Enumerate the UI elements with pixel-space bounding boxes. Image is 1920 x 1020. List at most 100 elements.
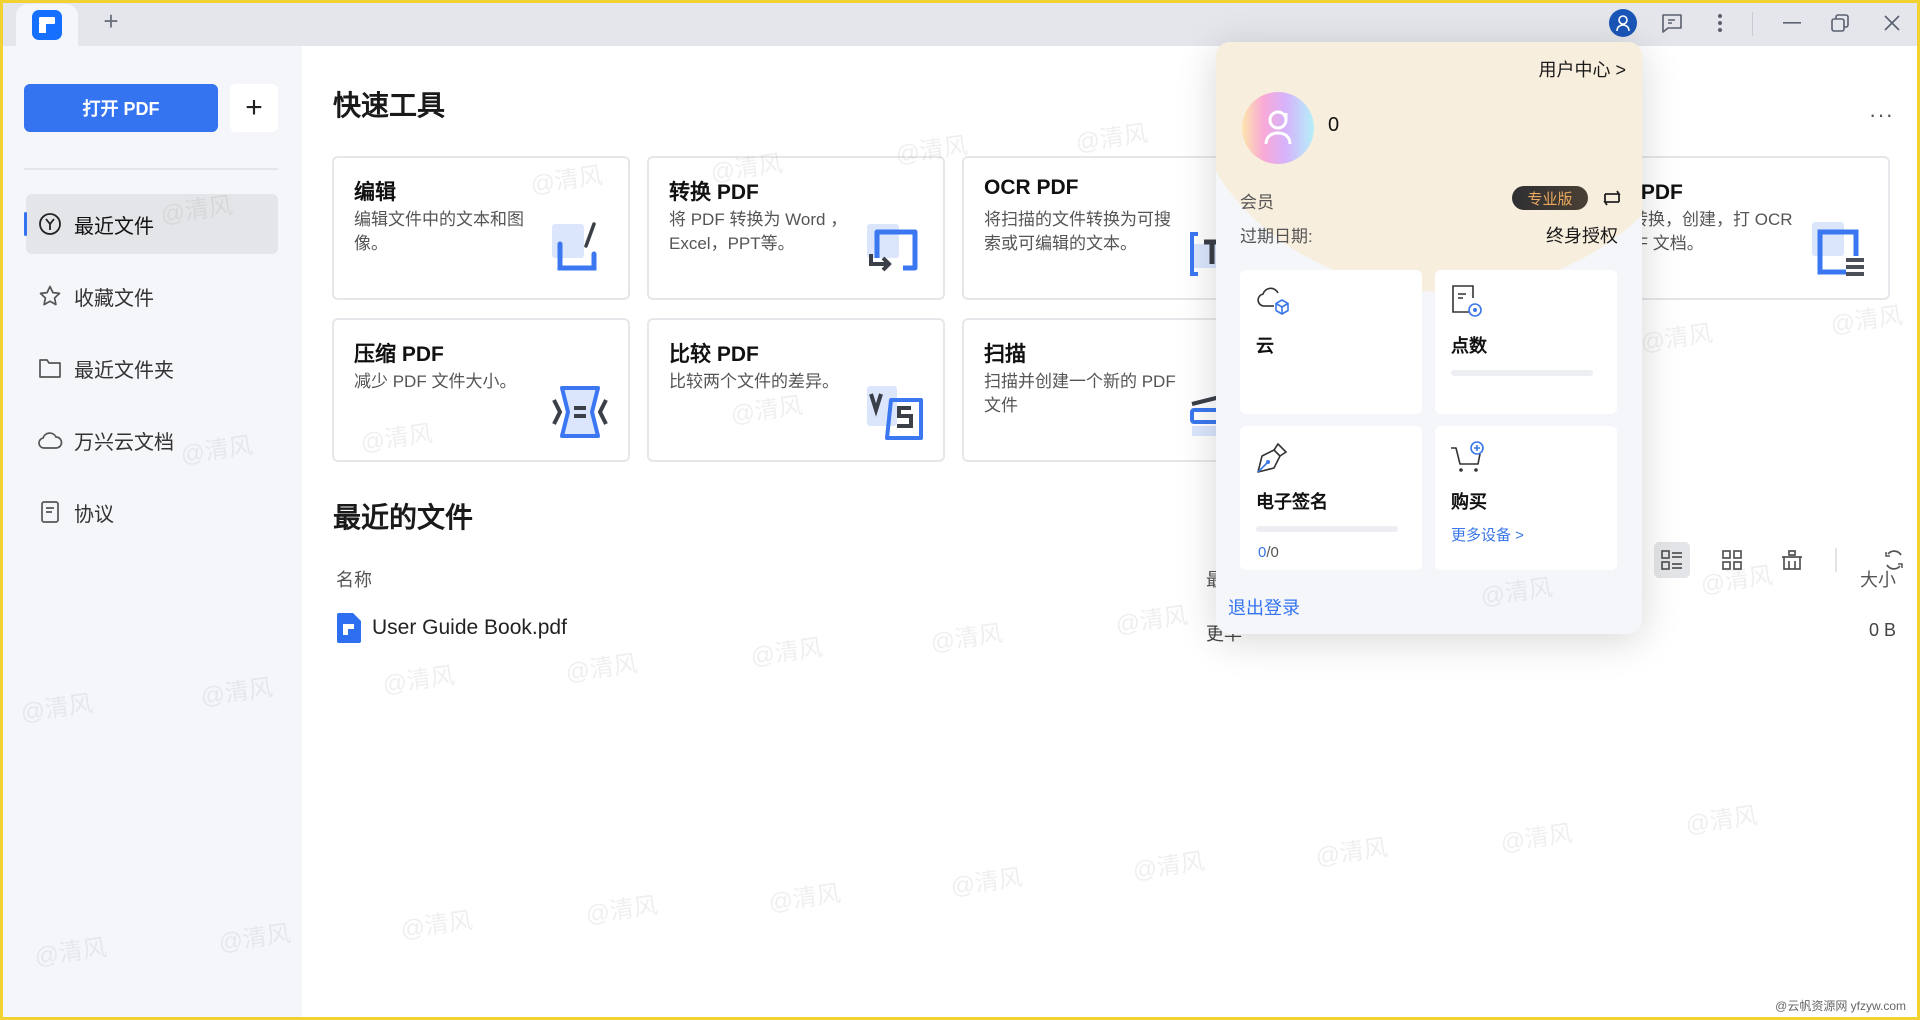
cloud-box-icon	[1257, 287, 1289, 315]
signature-total: /0	[1266, 544, 1279, 561]
tool-description: 编辑文件中的文本和图像。	[354, 210, 524, 253]
member-label: 会员	[1240, 193, 1274, 212]
sidebar-item-recent-folders[interactable]: 最近文件夹	[26, 338, 278, 398]
user-icon	[1264, 110, 1292, 145]
tool-description: 比较两个文件的差异。	[669, 372, 839, 391]
tool-card-edit[interactable]: 编辑 编辑文件中的文本和图像。	[332, 156, 630, 300]
sidebar-divider	[24, 168, 278, 170]
grid-view-icon	[1722, 550, 1742, 570]
more-menu-button[interactable]	[1706, 9, 1734, 37]
site-credit: @云帆资源网 yfzyw.com	[1775, 999, 1906, 1013]
tool-card-compare[interactable]: 比较 PDF 比较两个文件的差异。	[647, 318, 945, 462]
tool-title: 压缩 PDF	[354, 343, 444, 366]
tool-description: 减少 PDF 文件大小。	[354, 372, 517, 391]
tool-description: 将扫描的文件转换为可搜索或可编辑的文本。	[984, 210, 1171, 253]
points-card[interactable]: 点数	[1435, 270, 1617, 414]
feedback-button[interactable]	[1658, 9, 1686, 37]
tool-card-compress[interactable]: 压缩 PDF 减少 PDF 文件大小。	[332, 318, 630, 462]
column-header-name[interactable]: 名称	[336, 566, 372, 592]
feedback-icon	[1662, 14, 1682, 33]
tool-card-convert[interactable]: 转换 PDF 将 PDF 转换为 Word ，Excel，PPT等。	[647, 156, 945, 300]
quick-tools-title: 快速工具	[333, 90, 446, 121]
expiry-label: 过期日期:	[1240, 227, 1313, 246]
signature-progress-bar	[1256, 526, 1398, 532]
sidebar-item-label: 万兴云文档	[74, 431, 174, 454]
titlebar-divider	[1752, 12, 1753, 36]
tool-title: 扫描	[984, 343, 1026, 366]
pen-nib-icon	[1257, 442, 1288, 473]
sidebar-item-agreements[interactable]: 协议	[26, 482, 278, 542]
logout-link[interactable]: 退出登录	[1228, 594, 1300, 620]
recent-files-title: 最近的文件	[333, 502, 474, 533]
compress-icon	[552, 386, 608, 438]
signature-count: 0/0	[1258, 544, 1279, 561]
active-indicator	[24, 212, 27, 236]
create-button[interactable]: +	[230, 84, 278, 132]
restore-button[interactable]	[1826, 9, 1854, 37]
tool-title: 转换 PDF	[669, 181, 759, 204]
card-title: 购买	[1451, 492, 1487, 512]
home-tab[interactable]	[16, 4, 78, 46]
sidebar-item-label: 协议	[74, 503, 114, 526]
card-title: 电子签名	[1256, 492, 1328, 512]
open-pdf-button[interactable]: 打开 PDF	[24, 84, 218, 132]
sidebar-item-label: 最近文件夹	[74, 359, 174, 382]
main-content: 快速工具 ··· 编辑 编辑文件中的文本和图像。 转换 PDF 将 PDF 转换…	[302, 46, 1920, 1020]
username: 0	[1328, 114, 1340, 136]
grid-view-button[interactable]	[1714, 542, 1750, 578]
more-vertical-icon	[1718, 14, 1722, 32]
minimize-icon	[1783, 22, 1801, 24]
batch-icon	[1812, 222, 1864, 276]
sidebar-item-recent-files[interactable]: 最近文件	[24, 194, 278, 254]
list-view-icon	[1661, 550, 1682, 570]
table-row[interactable]: User Guide Book.pdf	[336, 612, 567, 644]
sidebar-item-favorites[interactable]: 收藏文件	[26, 266, 278, 326]
clean-button[interactable]	[1774, 542, 1810, 578]
clean-icon	[1782, 550, 1802, 570]
more-devices-link[interactable]: 更多设备 >	[1451, 524, 1524, 545]
more-options-button[interactable]: ···	[1869, 102, 1894, 128]
close-icon	[1884, 15, 1900, 31]
sidebar-item-label: 收藏文件	[74, 287, 154, 310]
star-icon	[36, 282, 64, 310]
tool-title: 编辑	[354, 181, 396, 204]
sidebar-item-label: 最近文件	[74, 215, 154, 238]
close-button[interactable]	[1878, 9, 1906, 37]
account-button[interactable]	[1609, 9, 1637, 37]
restore-icon	[1831, 14, 1849, 32]
tool-description: 量转换，创建，打 OCR PDF 文档。	[1614, 210, 1793, 253]
points-progress-bar	[1451, 370, 1593, 376]
cloud-card[interactable]: 云	[1240, 270, 1422, 414]
app-logo-icon	[32, 10, 62, 40]
sidebar-item-cloud-docs[interactable]: 万兴云文档	[26, 410, 278, 470]
compare-icon	[867, 386, 923, 440]
pro-edition-badge: 专业版	[1512, 186, 1588, 210]
title-bar: +	[0, 0, 1920, 46]
new-tab-button[interactable]: +	[96, 6, 126, 36]
toolbar-divider	[1835, 548, 1837, 572]
edit-icon	[552, 222, 597, 271]
user-center-link[interactable]: 用户中心 >	[1538, 56, 1626, 82]
column-header-size[interactable]: 大小	[1860, 566, 1896, 592]
cart-add-icon	[1451, 441, 1484, 472]
tool-description: 扫描并创建一个新的 PDF 文件	[984, 372, 1176, 415]
folder-icon	[36, 354, 64, 382]
switch-icon[interactable]	[1600, 186, 1624, 210]
convert-icon	[867, 224, 918, 272]
file-name: User Guide Book.pdf	[372, 616, 567, 639]
purchase-card[interactable]: 购买 更多设备 >	[1435, 426, 1617, 570]
cloud-icon	[36, 426, 64, 454]
tool-description: 将 PDF 转换为 Word ，Excel，PPT等。	[669, 210, 848, 253]
file-size: 0 B	[1868, 620, 1896, 640]
list-view-button[interactable]	[1654, 542, 1690, 578]
points-icon	[1452, 285, 1482, 317]
minimize-button[interactable]	[1778, 9, 1806, 37]
card-title: 点数	[1451, 336, 1487, 356]
clock-icon	[36, 210, 64, 238]
e-signature-card[interactable]: 电子签名 0/0	[1240, 426, 1422, 570]
card-title: 云	[1256, 336, 1274, 356]
expiry-value: 终身授权	[1546, 226, 1618, 246]
user-avatar	[1242, 92, 1314, 164]
tool-title: 比较 PDF	[669, 343, 759, 366]
sidebar: 打开 PDF + 最近文件 收藏文件 最近文件夹 万兴云文档 协议	[0, 46, 302, 1020]
